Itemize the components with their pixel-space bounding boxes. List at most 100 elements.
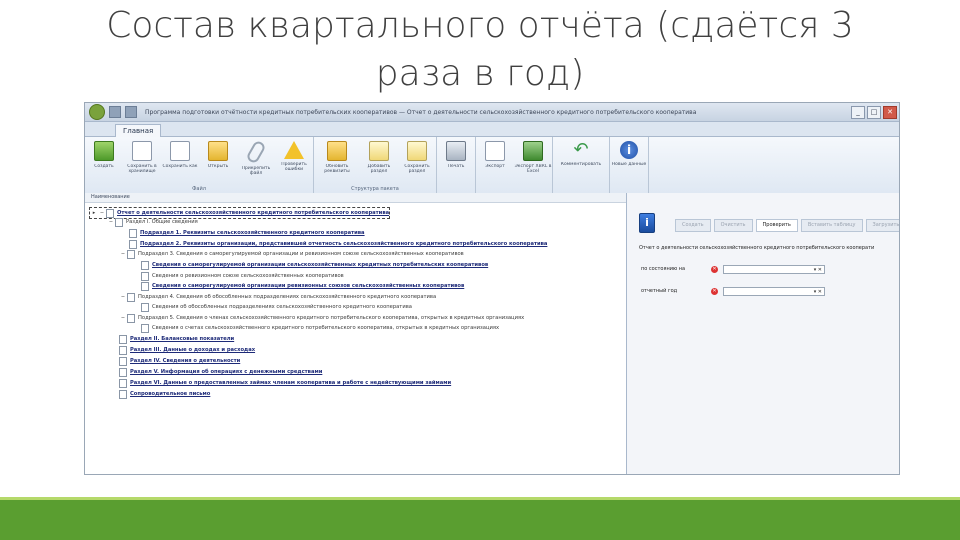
new-data-button[interactable]: i Новые данные [610,137,648,193]
panel-insert-table-button[interactable]: Вставить таблицу [800,219,863,232]
attach-icon [245,139,267,165]
tree-row[interactable]: Сведения об обособленных подразделениях … [141,302,412,312]
collapse-icon[interactable]: − [98,208,106,218]
tree-row[interactable]: Сведения о саморегулируемой организации … [141,281,464,291]
check-errors-button[interactable]: Проверить ошибки [275,137,313,193]
window-title: Программа подготовки отчётности кредитны… [145,108,697,116]
panel-toolbar: Создать Очистить Проверить Вставить табл… [675,219,899,232]
tab-main[interactable]: Главная [115,124,162,137]
excel-icon [523,141,543,161]
export-excel-button[interactable]: Экспорт XBRL в Excel [514,137,552,193]
tree-column-header: Наименование [85,193,626,203]
ribbon-group-structure: Обновить реквизиты документа Добавить ра… [314,137,437,193]
tree-row[interactable]: Сведения о ревизионном союзе сельскохозя… [141,271,344,281]
document-node-icon [127,249,135,259]
info-icon: i [620,141,638,159]
document-node-icon [141,260,149,270]
panel-check-button[interactable]: Проверить [755,219,798,232]
save-section-button[interactable]: Сохранить раздел [398,137,436,193]
close-icon[interactable]: ✕ [883,105,897,119]
panel-create-button[interactable]: Создать [675,219,711,232]
document-node-icon [129,239,137,249]
document-node-icon [141,271,149,281]
ribbon-group-info: i Новые данные [610,137,649,193]
expand-icon[interactable]: ▸ [90,208,98,218]
save-to-storage-button[interactable]: Сохранить в хранилище [123,137,161,193]
maximize-icon[interactable]: □ [867,105,881,119]
document-node-icon [119,345,127,355]
tree-row[interactable]: Раздел VI. Данные о предоставленных займ… [119,378,451,388]
ribbon-group-comment: ↶ Комментировать [553,137,610,193]
folder-icon [327,141,347,161]
tree-row[interactable]: − Подраздел 4. Сведения об обособленных … [119,292,436,302]
print-button[interactable]: Печать [437,137,475,193]
document-node-icon [127,313,135,323]
ribbon-group-file: Создать Сохранить в хранилище Сохранить … [85,137,314,193]
add-section-button[interactable]: Добавить раздел [360,137,398,193]
error-icon: ✕ [711,266,718,273]
tree-row[interactable]: − Раздел I. Общие сведения [107,217,198,227]
quick-menu-icon[interactable] [125,106,137,118]
document-node-icon [119,378,127,388]
tree-row[interactable]: − Подраздел 3. Сведения о саморегулируем… [119,249,464,259]
tree-row[interactable]: Раздел V. Информация об операциях с дене… [119,367,322,377]
collapse-icon[interactable]: − [119,249,127,259]
update-details-button[interactable]: Обновить реквизиты документа [314,137,360,193]
panel-load-button[interactable]: Загрузить [865,219,899,232]
save-as-icon [170,141,190,161]
export-icon [485,141,505,161]
document-node-icon [119,356,127,366]
tree-row[interactable]: Раздел IV. Сведения о деятельности [119,356,240,366]
footer-band [0,500,960,540]
section-icon [407,141,427,161]
create-button[interactable]: Создать [85,137,123,193]
info-icon: i [639,213,655,233]
document-node-icon [119,367,127,377]
tree-row[interactable]: Раздел II. Балансовые показатели [119,334,234,344]
tree-row[interactable]: Подраздел 2. Реквизиты организации, пред… [129,239,547,249]
document-node-icon [141,323,149,333]
document-node-icon [129,228,137,238]
attach-file-button[interactable]: Прикрепить файл [237,137,275,193]
print-icon [446,141,466,161]
title-bar: Программа подготовки отчётности кредитны… [85,103,899,122]
workspace: Наименование ▸ − Отчет о деятельности се… [85,193,899,474]
slide-title-line1: Состав квартального отчёта (сдаётся 3 [106,5,854,46]
comment-button[interactable]: ↶ Комментировать [553,137,609,193]
undo-icon: ↶ [573,139,589,160]
add-section-icon [369,141,389,161]
app-logo-icon[interactable] [89,104,105,120]
export-button[interactable]: Экспорт [476,137,514,193]
collapse-icon[interactable]: − [119,292,127,302]
ribbon-group-structure-label: Структура пакета [351,186,399,192]
tree-row[interactable]: Подраздел 1. Реквизиты сельскохозяйствен… [129,228,365,238]
field-label-year: отчетный год [641,288,678,294]
error-icon: ✕ [711,288,718,295]
save-as-button[interactable]: Сохранить как [161,137,199,193]
tree-panel: Наименование ▸ − Отчет о деятельности се… [85,193,627,474]
collapse-icon[interactable]: − [107,217,115,227]
ribbon-group-export: Экспорт Экспорт XBRL в Excel [476,137,553,193]
open-button[interactable]: Открыть [199,137,237,193]
properties-panel: i Создать Очистить Проверить Вставить та… [627,193,899,474]
document-node-icon [115,217,123,227]
year-field[interactable]: ▾ ✕ [723,287,825,296]
slide-title: Состав квартального отчёта (сдаётся 3 ра… [60,2,900,98]
tree-row[interactable]: Сведения о счетах сельскохозяйственного … [141,323,499,333]
new-document-icon [94,141,114,161]
minimize-icon[interactable]: _ [851,105,865,119]
document-node-icon [141,302,149,312]
ribbon: Создать Сохранить в хранилище Сохранить … [85,137,899,194]
ribbon-tab-row: Главная [85,122,899,137]
tree-row[interactable]: Сопроводительное письмо [119,389,210,399]
slide-title-line2: раза в год) [375,53,585,94]
collapse-icon[interactable]: − [119,313,127,323]
date-field[interactable]: ▾ ✕ [723,265,825,274]
tree-row[interactable]: Сведения о саморегулируемой организации … [141,260,488,270]
tree-row[interactable]: − Подраздел 5. Сведения о членах сельско… [119,313,524,323]
open-folder-icon [208,141,228,161]
panel-clear-button[interactable]: Очистить [713,219,753,232]
tree-row[interactable]: Раздел III. Данные о доходах и расходах [119,345,255,355]
quick-save-icon[interactable] [109,106,121,118]
document-node-icon [141,281,149,291]
